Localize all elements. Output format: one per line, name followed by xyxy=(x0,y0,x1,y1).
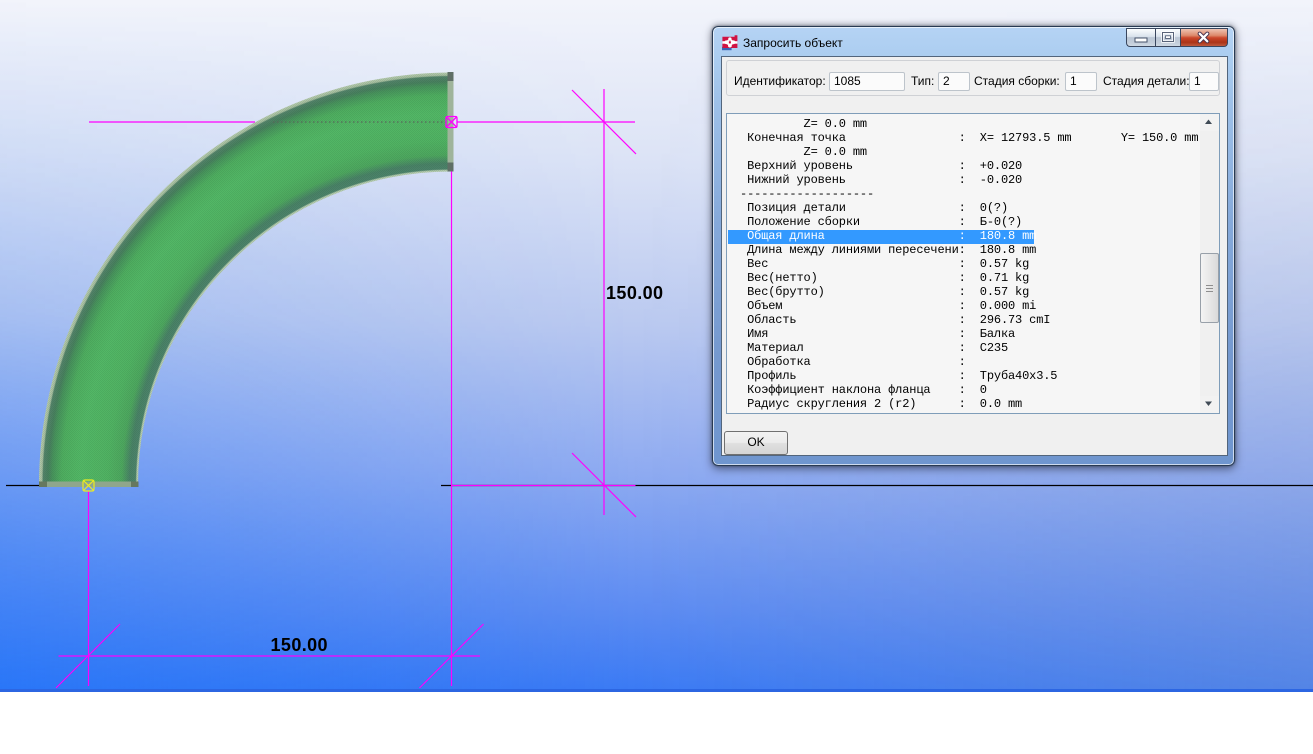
svg-text:150.00: 150.00 xyxy=(606,283,663,303)
svg-text:150.00: 150.00 xyxy=(271,635,328,655)
